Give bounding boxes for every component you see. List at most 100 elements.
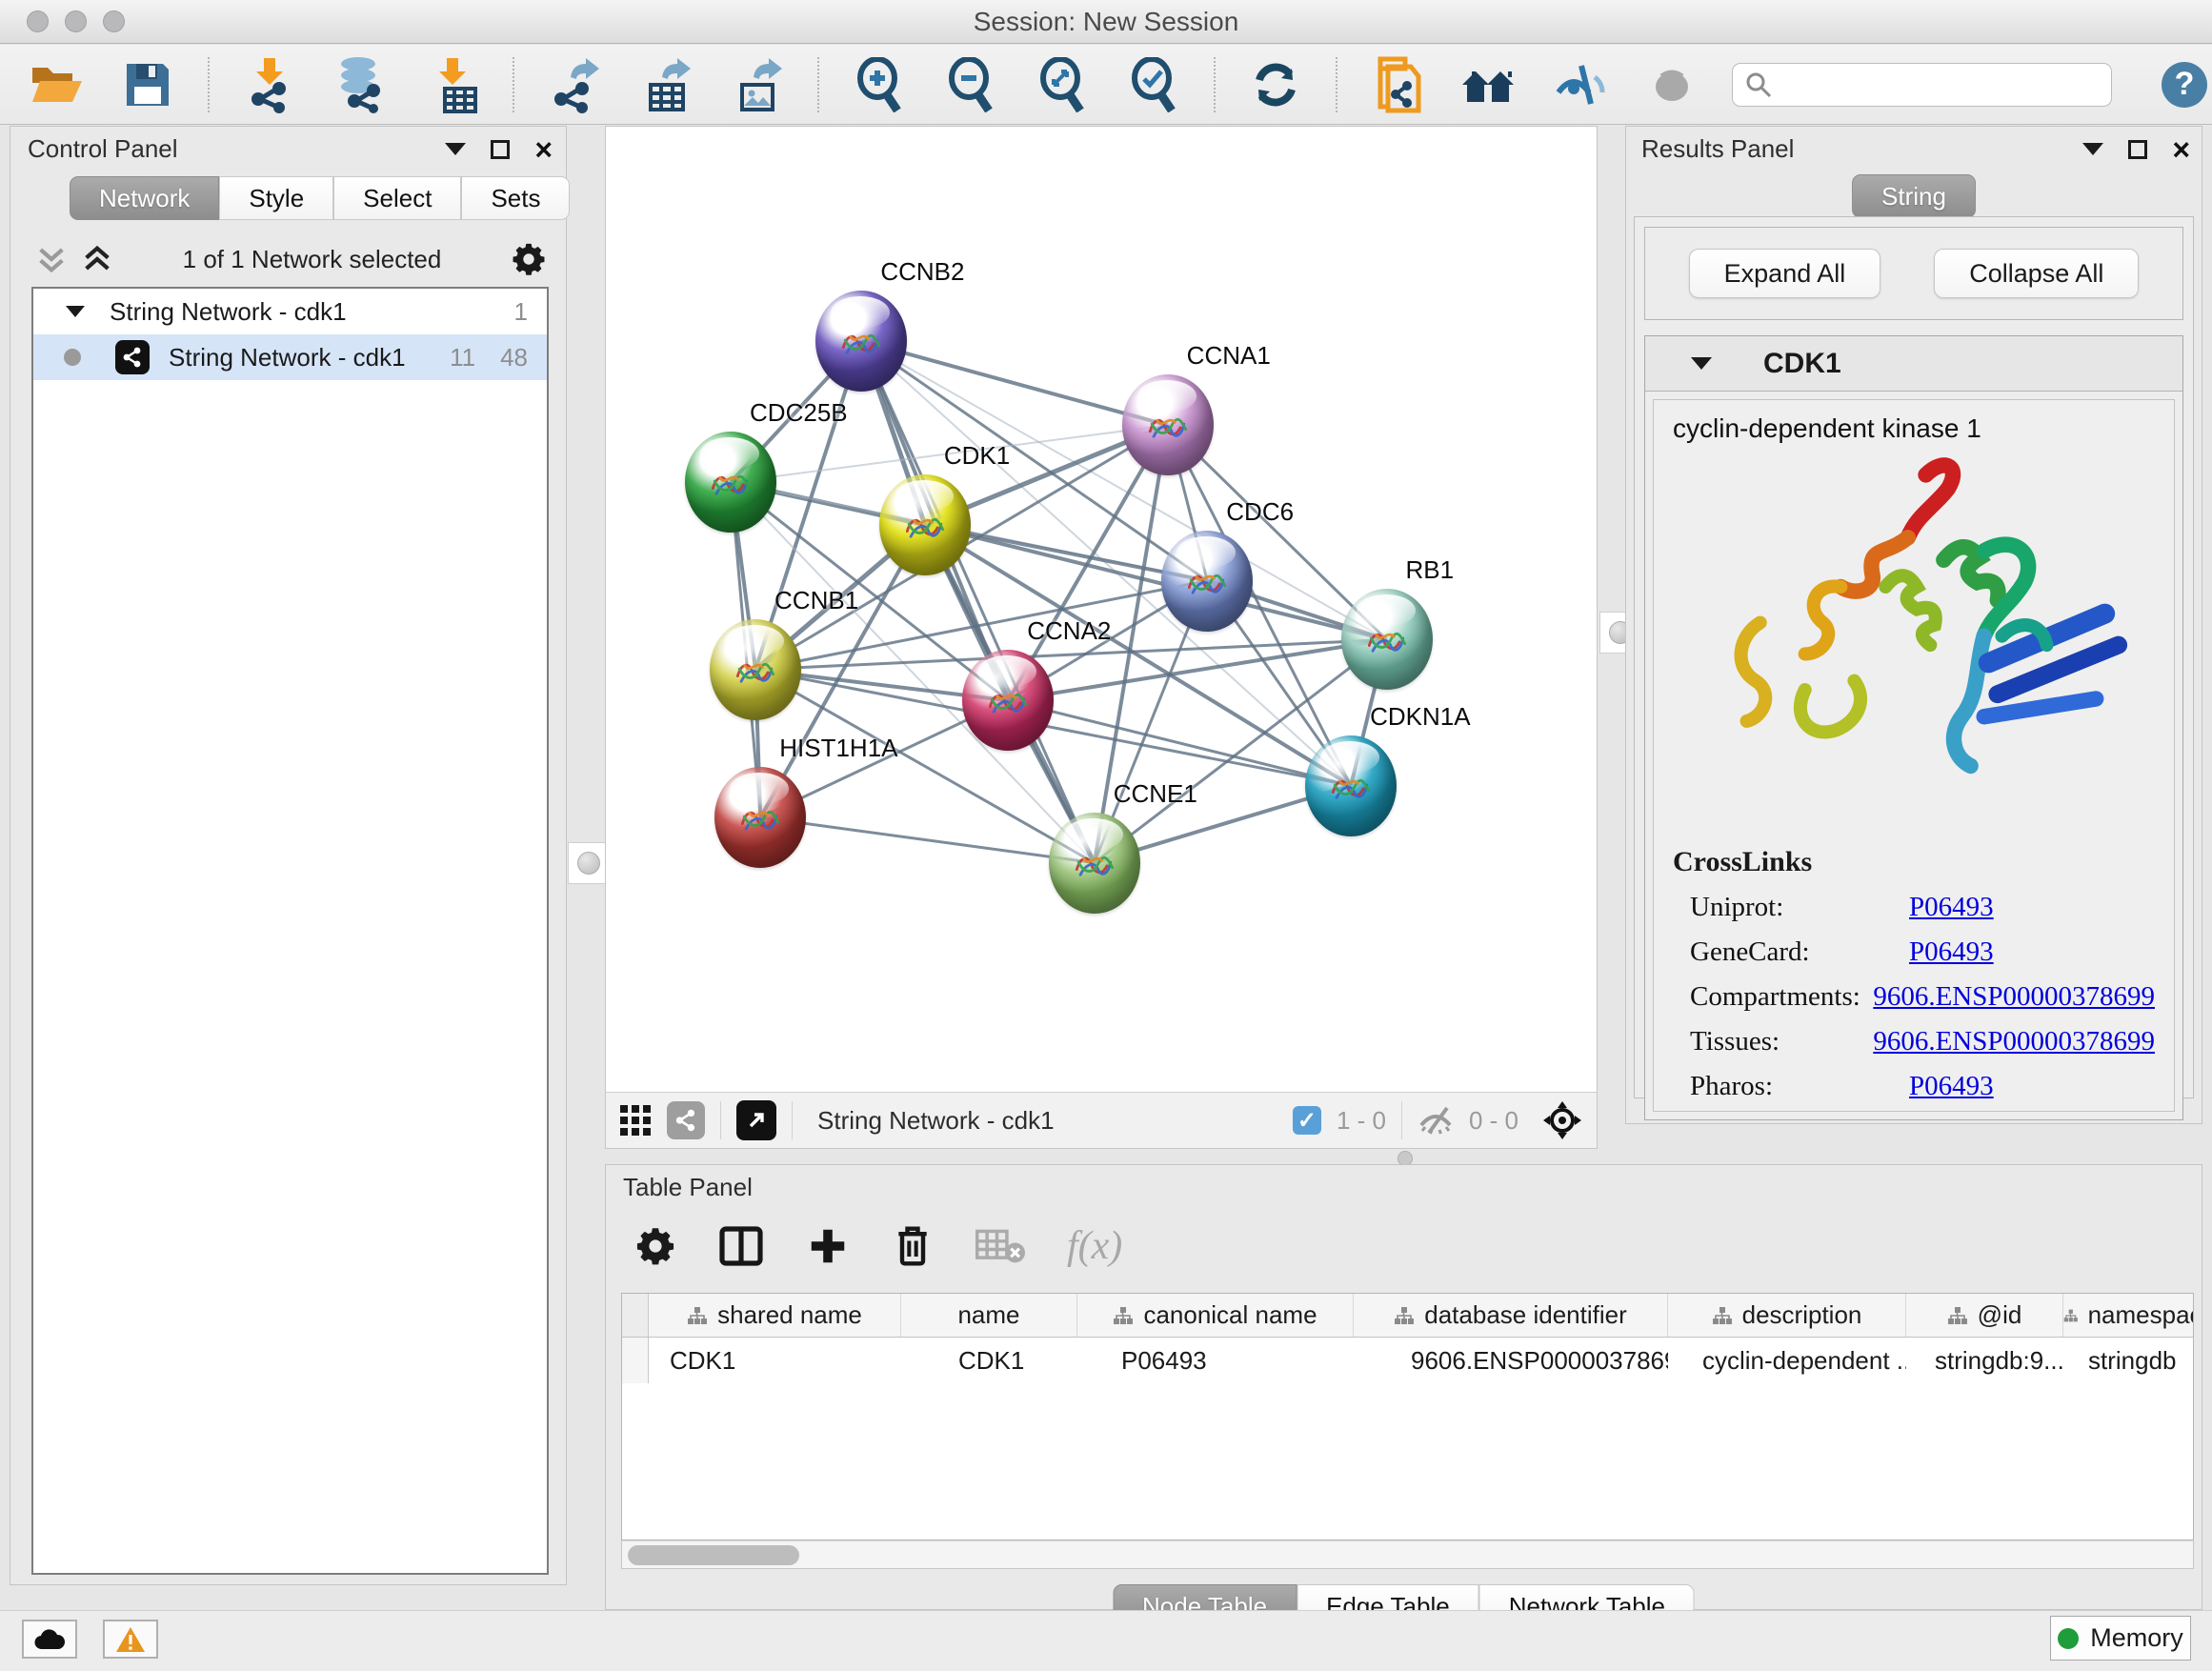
search-input[interactable] xyxy=(1780,70,2100,99)
entry-expander-icon[interactable] xyxy=(1691,357,1712,370)
zoom-fit-button[interactable] xyxy=(1031,54,1094,115)
collapse-all-icon[interactable] xyxy=(35,243,68,275)
tab-style[interactable]: Style xyxy=(219,176,333,220)
crosslink-link[interactable]: P06493 xyxy=(1909,892,1994,923)
column-header[interactable]: namespace xyxy=(2063,1294,2194,1337)
network-edge[interactable] xyxy=(861,341,1094,863)
network-node-cdk1[interactable] xyxy=(879,474,971,575)
network-node-cdc6[interactable] xyxy=(1161,531,1253,632)
node-label-ccne1: CCNE1 xyxy=(1114,779,1197,809)
grid-view-icon[interactable] xyxy=(619,1104,652,1137)
crosslink-row: Uniprot: P06493 xyxy=(1690,892,2155,923)
diagonal-arrow-icon xyxy=(745,1109,768,1132)
protein-thumbnail xyxy=(734,792,787,845)
tab-sets[interactable]: Sets xyxy=(461,176,570,220)
collapse-all-button[interactable]: Collapse All xyxy=(1934,249,2139,298)
column-header[interactable]: canonical name xyxy=(1077,1294,1354,1337)
selected-checkbox-icon[interactable]: ✓ xyxy=(1293,1106,1321,1135)
network-node-ccna2[interactable] xyxy=(962,650,1054,751)
gene-entry-header[interactable]: CDK1 xyxy=(1645,336,2182,392)
network-node-cdc25b[interactable] xyxy=(685,432,776,533)
toolbar-separator xyxy=(513,57,514,112)
panel-menu-icon[interactable] xyxy=(445,143,466,155)
shared-column-icon xyxy=(2063,1306,2079,1325)
zoom-in-button[interactable] xyxy=(848,54,911,115)
gear-icon[interactable] xyxy=(634,1225,676,1267)
tab-string[interactable]: String xyxy=(1852,174,1976,218)
network-row[interactable]: String Network - cdk1 11 48 xyxy=(33,334,547,380)
network-type-badge xyxy=(115,340,150,374)
refresh-layout-button[interactable] xyxy=(1244,54,1307,115)
node-label-ccnb1: CCNB1 xyxy=(774,586,858,615)
gear-icon[interactable] xyxy=(511,241,547,277)
crosslink-link[interactable]: 9606.ENSP00000378699 xyxy=(1873,981,2155,1013)
save-session-button[interactable] xyxy=(116,54,179,115)
expand-all-button[interactable]: Expand All xyxy=(1689,249,1881,298)
expand-all-icon[interactable] xyxy=(81,243,113,275)
tab-network[interactable]: Network xyxy=(70,176,219,220)
open-session-button[interactable] xyxy=(25,54,88,115)
trash-icon[interactable] xyxy=(892,1223,934,1269)
network-node-cdkn1a[interactable] xyxy=(1305,735,1397,836)
help-button[interactable]: ? xyxy=(2162,62,2207,108)
column-header[interactable]: database identifier xyxy=(1354,1294,1668,1337)
table-horizontal-scrollbar[interactable] xyxy=(621,1540,2194,1569)
column-header[interactable]: shared name xyxy=(649,1294,901,1337)
cloud-status-button[interactable] xyxy=(22,1620,77,1659)
memory-button[interactable]: Memory xyxy=(2050,1616,2191,1661)
export-network-button[interactable] xyxy=(543,54,606,115)
close-panel-icon[interactable]: × xyxy=(534,140,553,159)
panel-menu-icon[interactable] xyxy=(2082,143,2103,155)
network-node-hist1h1a[interactable] xyxy=(714,767,806,868)
hidden-eye-icon[interactable] xyxy=(1418,1106,1454,1135)
table-row[interactable]: CDK1 CDK1 P06493 9606.ENSP00000378699 cy… xyxy=(622,1338,2193,1383)
close-panel-icon[interactable]: × xyxy=(2172,140,2190,159)
zoom-out-button[interactable] xyxy=(939,54,1002,115)
network-node-rb1[interactable] xyxy=(1341,589,1433,690)
network-selection-status: 1 of 1 Network selected xyxy=(113,245,511,274)
column-header[interactable]: name xyxy=(901,1294,1077,1337)
protein-thumbnail xyxy=(1141,399,1195,453)
float-panel-icon[interactable] xyxy=(491,140,510,159)
network-view-panel: CCNB2CCNA1CDC25BCDK1CDC6RB1CCNB1CCNA2CDK… xyxy=(605,126,1598,1149)
import-network-file-button[interactable] xyxy=(238,54,301,115)
warnings-button[interactable] xyxy=(103,1620,158,1659)
float-panel-icon[interactable] xyxy=(2128,140,2147,159)
network-node-ccne1[interactable] xyxy=(1049,813,1140,914)
network-node-ccnb1[interactable] xyxy=(710,619,801,720)
network-edge[interactable] xyxy=(760,817,1094,863)
tab-select[interactable]: Select xyxy=(333,176,461,220)
collection-expander-icon[interactable] xyxy=(66,306,85,317)
add-column-icon[interactable] xyxy=(806,1224,850,1268)
search-box xyxy=(1732,63,2112,107)
table-toolbar: f(x) xyxy=(634,1215,1122,1278)
network-badge[interactable] xyxy=(667,1101,705,1139)
network-node-ccna1[interactable] xyxy=(1122,374,1214,475)
export-table-button[interactable] xyxy=(634,54,697,115)
network-node-ccnb2[interactable] xyxy=(815,291,907,392)
show-graphics-details-button[interactable] xyxy=(1640,54,1703,115)
crosslink-link[interactable]: 9606.ENSP00000378699 xyxy=(1873,1026,2155,1057)
column-header[interactable]: description xyxy=(1668,1294,1906,1337)
import-table-file-button[interactable] xyxy=(421,54,484,115)
detach-view-button[interactable] xyxy=(736,1100,776,1140)
results-panel-title: Results Panel xyxy=(1641,134,1794,164)
import-network-database-button[interactable] xyxy=(330,54,392,115)
crosslink-link[interactable]: P06493 xyxy=(1909,936,1994,968)
string-document-button[interactable] xyxy=(1366,54,1429,115)
crosslink-link[interactable]: P06493 xyxy=(1909,1071,1994,1102)
shared-column-icon xyxy=(1947,1306,1968,1325)
network-canvas[interactable]: CCNB2CCNA1CDC25BCDK1CDC6RB1CCNB1CCNA2CDK… xyxy=(606,127,1597,1093)
home-networks-button[interactable] xyxy=(1458,54,1520,115)
share-icon xyxy=(674,1108,698,1133)
left-splitter-handle[interactable] xyxy=(568,842,610,884)
birdseye-navigator-icon[interactable] xyxy=(1541,1099,1583,1141)
hide-graphics-details-button[interactable] xyxy=(1549,54,1612,115)
zoom-selected-button[interactable] xyxy=(1122,54,1185,115)
column-header[interactable]: @id xyxy=(1906,1294,2063,1337)
export-image-button[interactable] xyxy=(726,54,789,115)
network-collection-row[interactable]: String Network - cdk1 1 xyxy=(33,289,547,334)
toolbar-separator xyxy=(208,57,210,112)
columns-icon[interactable] xyxy=(718,1223,764,1269)
memory-status-icon xyxy=(2058,1628,2079,1649)
